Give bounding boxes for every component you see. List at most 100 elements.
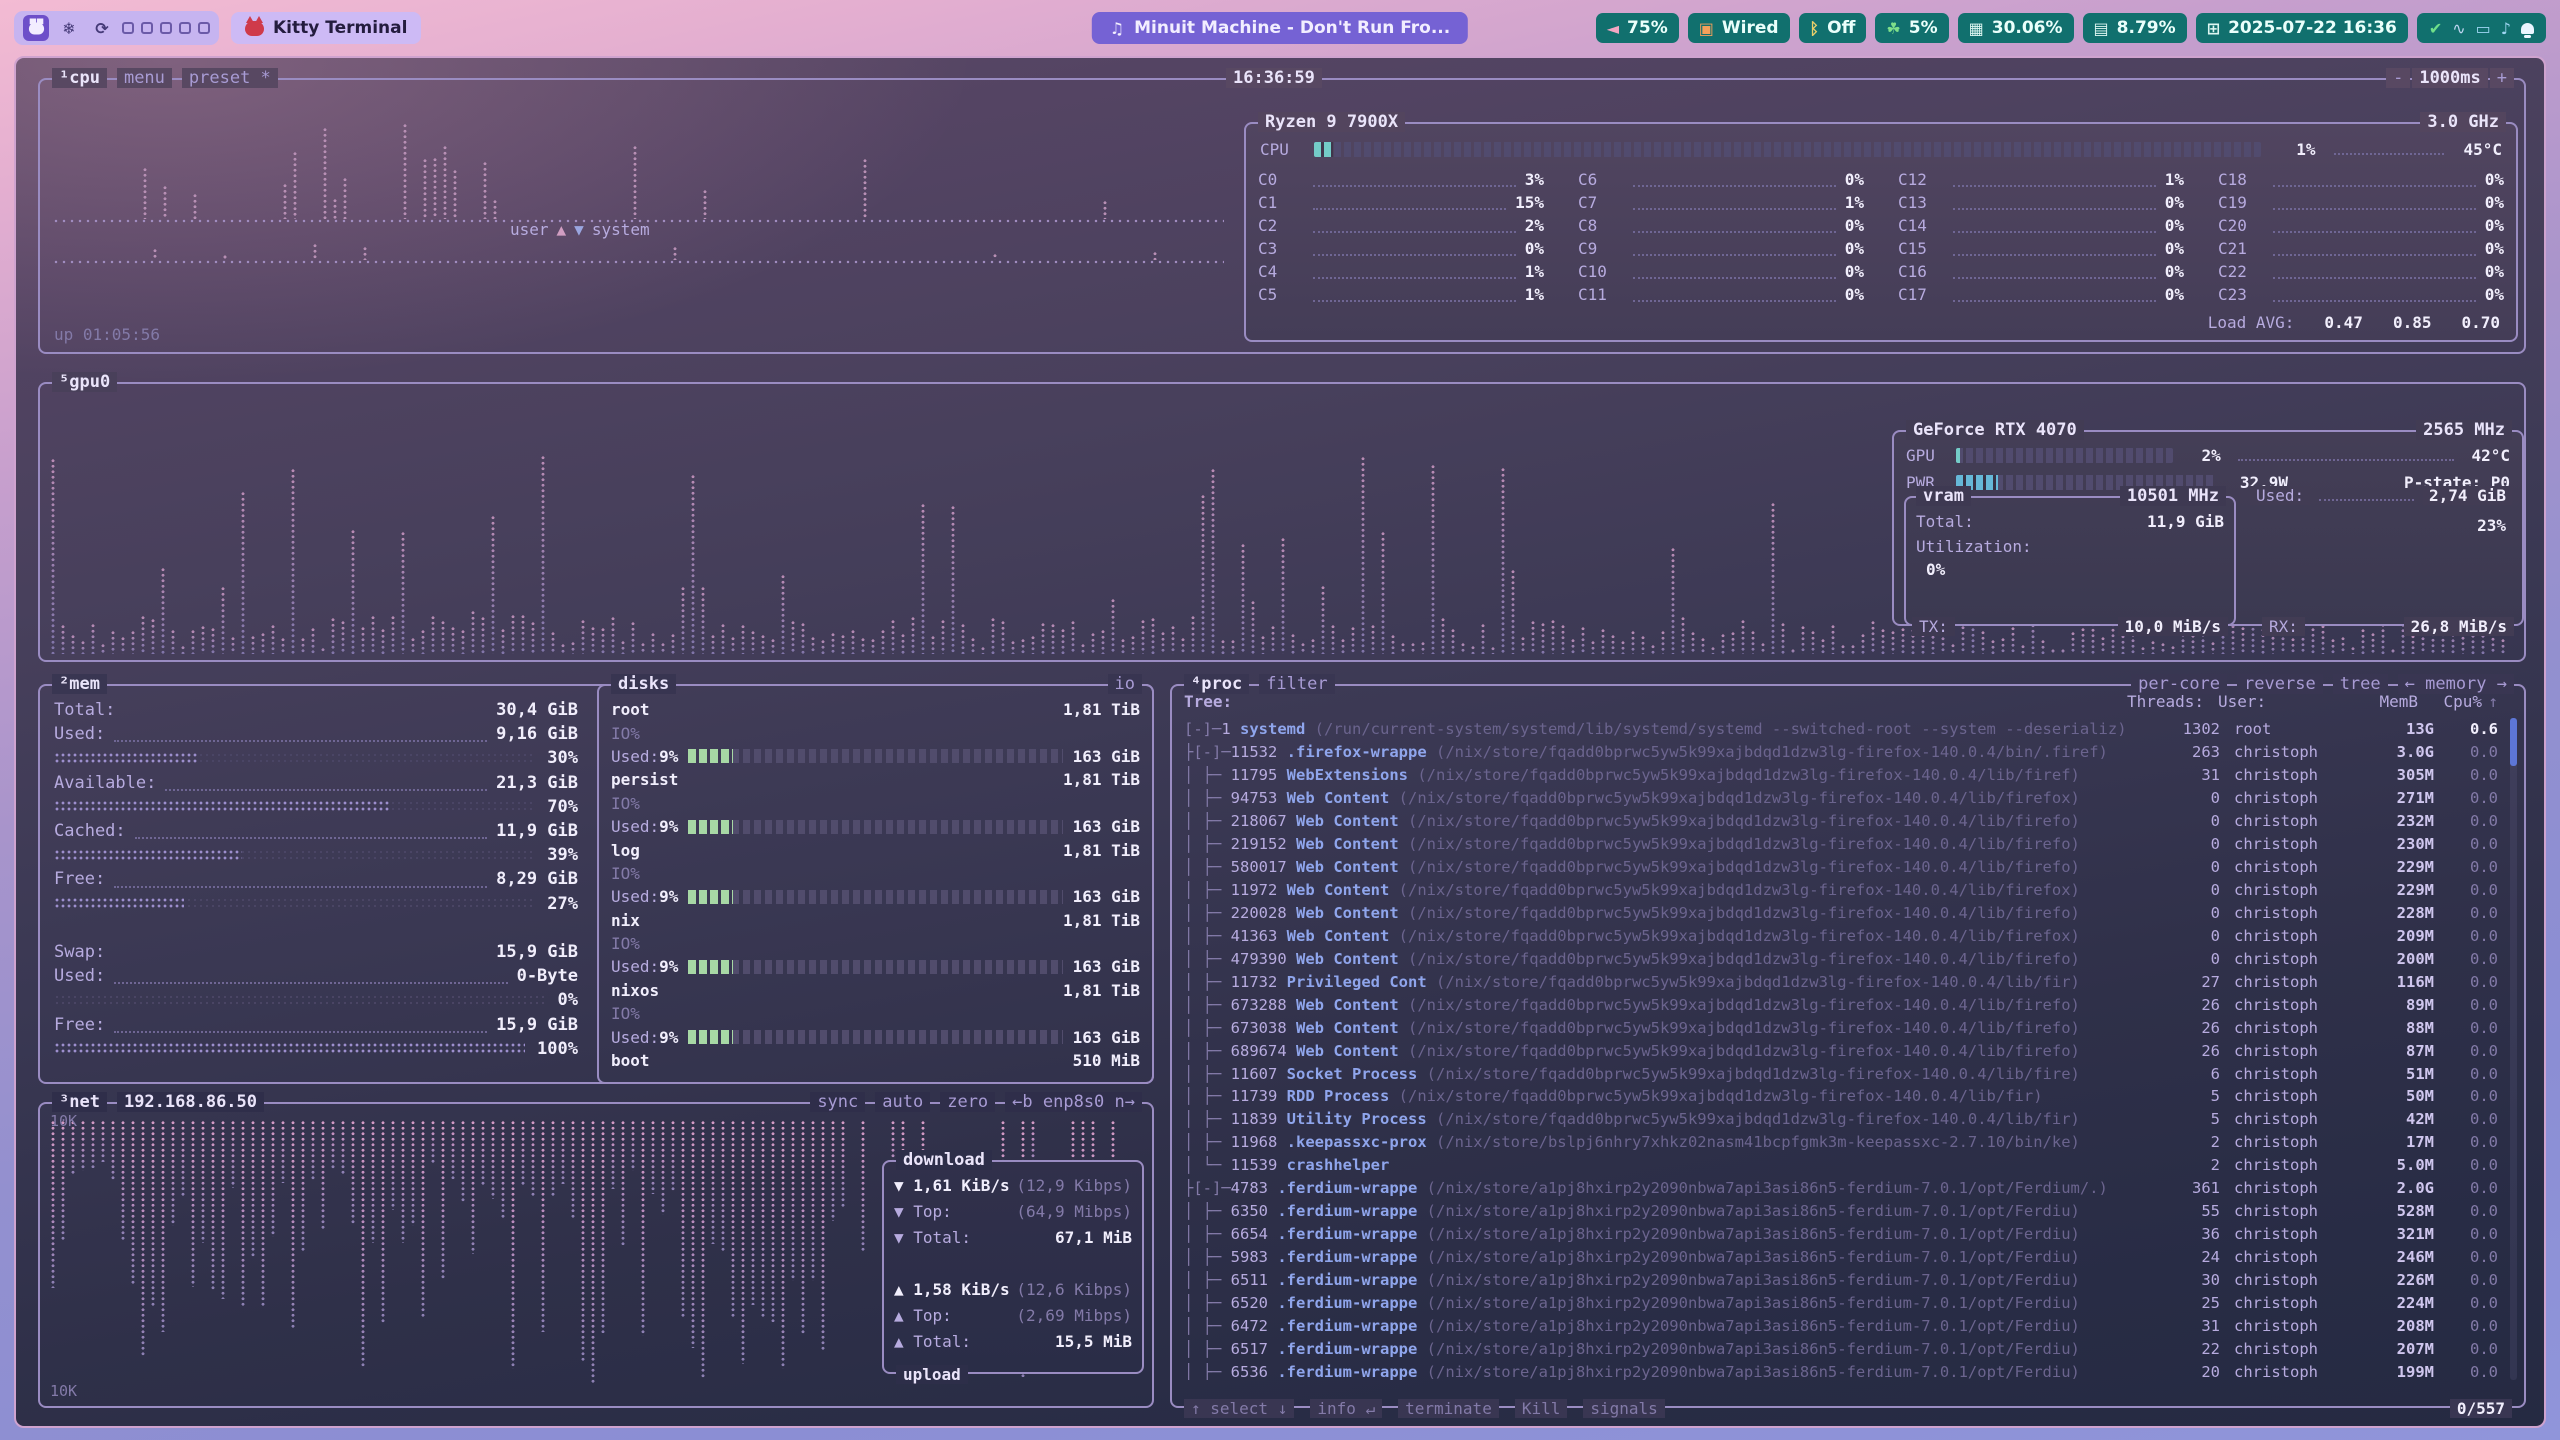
select-keys[interactable]: ↑ select ↓	[1184, 1399, 1294, 1418]
kill-key[interactable]: Kill	[1515, 1399, 1568, 1418]
process-user: christoph	[2220, 1363, 2344, 1380]
net-auto-toggle[interactable]: auto	[875, 1092, 930, 1112]
workspace-dot-icon[interactable]	[160, 22, 172, 34]
process-row[interactable]: │ ├─ 11968 .keepassxc-prox (/nix/store/b…	[1184, 1131, 2498, 1154]
disks-panel: disks io root1,81 TiBIO%Used: 9%163 GiBp…	[597, 684, 1154, 1084]
tree-branch: │ ├─	[1184, 1087, 1231, 1105]
process-row[interactable]: │ ├─ 220028 Web Content (/nix/store/fqad…	[1184, 902, 2498, 925]
memory-usage-module[interactable]: ▦30.06%	[1958, 13, 2074, 43]
graph-column	[250, 1120, 256, 1258]
process-scrollbar-thumb[interactable]	[2510, 718, 2517, 766]
workspace-2[interactable]: ❄	[56, 15, 82, 41]
wave-icon[interactable]: ∿	[2452, 19, 2465, 38]
disks-box-label[interactable]: disks	[611, 674, 676, 694]
process-row[interactable]: │ ├─ 6472 .ferdium-wrappe (/nix/store/a1…	[1184, 1314, 2498, 1337]
core-percent: 0%	[2485, 170, 2504, 189]
header-cpu[interactable]: Cpu%	[2418, 692, 2482, 711]
process-row[interactable]: │ ├─ 6350 .ferdium-wrappe (/nix/store/a1…	[1184, 1200, 2498, 1223]
header-tree[interactable]: Tree:	[1184, 692, 2114, 711]
terminate-key[interactable]: terminate	[1398, 1399, 1499, 1418]
proc-per-core-toggle[interactable]: per-core	[2131, 674, 2227, 694]
interval-increase-button[interactable]: +	[2490, 68, 2514, 88]
workspace-dot-icon[interactable]	[179, 22, 191, 34]
header-mem[interactable]: MemB	[2328, 692, 2418, 711]
process-row[interactable]: │ ├─ 11739 RDD Process (/nix/store/fqadd…	[1184, 1085, 2498, 1108]
proc-sort-selector[interactable]: ← memory →	[2398, 674, 2514, 694]
check-icon[interactable]: ✔	[2429, 19, 2442, 38]
process-name: .ferdium-wrappe	[1277, 1271, 1426, 1289]
process-row[interactable]: [-]─1 systemd (/run/current-system/syste…	[1184, 718, 2498, 741]
process-row[interactable]: │ ├─ 41363 Web Content (/nix/store/fqadd…	[1184, 924, 2498, 947]
workspace-3[interactable]: ⟳	[89, 15, 115, 41]
gpu-box-label[interactable]: ⁵gpu0	[52, 372, 117, 392]
net-sync-toggle[interactable]: sync	[810, 1092, 865, 1112]
process-row[interactable]: │ ├─ 479390 Web Content (/nix/store/fqad…	[1184, 947, 2498, 970]
core-percent: 0%	[1845, 170, 1864, 189]
network-box-label[interactable]: ³net	[52, 1092, 107, 1112]
process-threads: 26	[2130, 996, 2220, 1014]
proc-reverse-toggle[interactable]: reverse	[2237, 674, 2323, 694]
graph-column	[100, 1120, 106, 1162]
process-row[interactable]: │ ├─ 94753 Web Content (/nix/store/fqadd…	[1184, 787, 2498, 810]
process-row[interactable]: │ ├─ 11972 Web Content (/nix/store/fqadd…	[1184, 879, 2498, 902]
proc-filter-button[interactable]: filter	[1259, 674, 1334, 694]
disk-usage-module[interactable]: ▤8.79%	[2083, 13, 2187, 43]
sort-direction-icon[interactable]: ↑	[2482, 692, 2498, 711]
process-row[interactable]: │ └─ 11539 crashhelper 2christoph5.0M0.0	[1184, 1154, 2498, 1177]
tree-branch: │ ├─	[1184, 812, 1231, 830]
datetime-module[interactable]: ⊞2025-07-22 16:36	[2196, 13, 2408, 43]
cpu-box-label[interactable]: ¹cpu	[52, 68, 107, 88]
media-player-module[interactable]: ♫ Minuit Machine - Don't Run Fro...	[1092, 12, 1468, 44]
header-threads[interactable]: Threads:	[2114, 692, 2204, 711]
volume-module[interactable]: ◄75%	[1596, 13, 1679, 43]
process-row[interactable]: │ ├─ 6517 .ferdium-wrappe (/nix/store/a1…	[1184, 1337, 2498, 1360]
process-row[interactable]: │ ├─ 673288 Web Content (/nix/store/fqad…	[1184, 993, 2498, 1016]
process-row[interactable]: │ ├─ 580017 Web Content (/nix/store/fqad…	[1184, 856, 2498, 879]
proc-tree-toggle[interactable]: tree	[2333, 674, 2388, 694]
process-row[interactable]: │ ├─ 11732 Privileged Cont (/nix/store/f…	[1184, 970, 2498, 993]
process-row[interactable]: │ ├─ 673038 Web Content (/nix/store/fqad…	[1184, 1016, 2498, 1039]
preset-button[interactable]: preset *	[182, 68, 278, 88]
bell-icon[interactable]	[2521, 23, 2534, 34]
process-row[interactable]: │ ├─ 218067 Web Content (/nix/store/fqad…	[1184, 810, 2498, 833]
upload-top-value: (2,69 Mibps)	[1016, 1306, 1132, 1325]
workspace-dot-icon[interactable]	[198, 22, 210, 34]
menu-button[interactable]: menu	[117, 68, 172, 88]
process-name: Web Content	[1296, 950, 1408, 968]
active-window-button[interactable]: Kitty Terminal	[231, 12, 421, 44]
process-row[interactable]: │ ├─ 219152 Web Content (/nix/store/fqad…	[1184, 833, 2498, 856]
net-interface-switcher[interactable]: ←b enp8s0 n→	[1005, 1092, 1142, 1112]
process-row[interactable]: │ ├─ 11839 Utility Process (/nix/store/f…	[1184, 1108, 2498, 1131]
workspace-1[interactable]	[23, 15, 49, 41]
signals-key[interactable]: signals	[1583, 1399, 1664, 1418]
disk-used-label: Used:	[611, 1028, 659, 1047]
process-row[interactable]: │ ├─ 6520 .ferdium-wrappe (/nix/store/a1…	[1184, 1291, 2498, 1314]
note-icon[interactable]: ♪	[2501, 19, 2511, 38]
header-user[interactable]: User:	[2204, 692, 2328, 711]
memory-box-label[interactable]: ²mem	[52, 674, 107, 694]
disks-io-toggle[interactable]: io	[1108, 674, 1142, 694]
cpu-usage-module[interactable]: ☘5%	[1875, 13, 1948, 43]
process-row[interactable]: ├[-]─11532 .firefox-wrappe (/nix/store/f…	[1184, 741, 2498, 764]
process-row[interactable]: │ ├─ 5983 .ferdium-wrappe (/nix/store/a1…	[1184, 1246, 2498, 1269]
workspace-dot-icon[interactable]	[122, 22, 134, 34]
interval-decrease-button[interactable]: -	[2386, 68, 2410, 88]
bluetooth-module[interactable]: ᛒOff	[1799, 13, 1867, 43]
net-zero-toggle[interactable]: zero	[940, 1092, 995, 1112]
process-row[interactable]: │ ├─ 11795 WebExtensions (/nix/store/fqa…	[1184, 764, 2498, 787]
workspace-dot-icon[interactable]	[141, 22, 153, 34]
process-row[interactable]: │ ├─ 6654 .ferdium-wrappe (/nix/store/a1…	[1184, 1223, 2498, 1246]
proc-box-label[interactable]: ⁴proc	[1184, 674, 1249, 694]
memory-percent-row: 70%	[54, 795, 578, 819]
process-scrollbar-track[interactable]	[2510, 718, 2517, 1380]
graph-column	[1510, 569, 1516, 654]
screen-icon[interactable]: ▭	[2476, 19, 2491, 38]
process-row[interactable]: │ ├─ 689674 Web Content (/nix/store/fqad…	[1184, 1039, 2498, 1062]
info-key[interactable]: info ↵	[1310, 1399, 1382, 1418]
cpu-core-row: C170%	[1898, 283, 2184, 306]
process-row[interactable]: │ ├─ 6536 .ferdium-wrappe (/nix/store/a1…	[1184, 1360, 2498, 1380]
process-row[interactable]: │ ├─ 11607 Socket Process (/nix/store/fq…	[1184, 1062, 2498, 1085]
process-row[interactable]: │ ├─ 6511 .ferdium-wrappe (/nix/store/a1…	[1184, 1269, 2498, 1292]
process-row[interactable]: ├[-]─4783 .ferdium-wrappe (/nix/store/a1…	[1184, 1177, 2498, 1200]
network-module[interactable]: ▣Wired	[1688, 13, 1790, 43]
